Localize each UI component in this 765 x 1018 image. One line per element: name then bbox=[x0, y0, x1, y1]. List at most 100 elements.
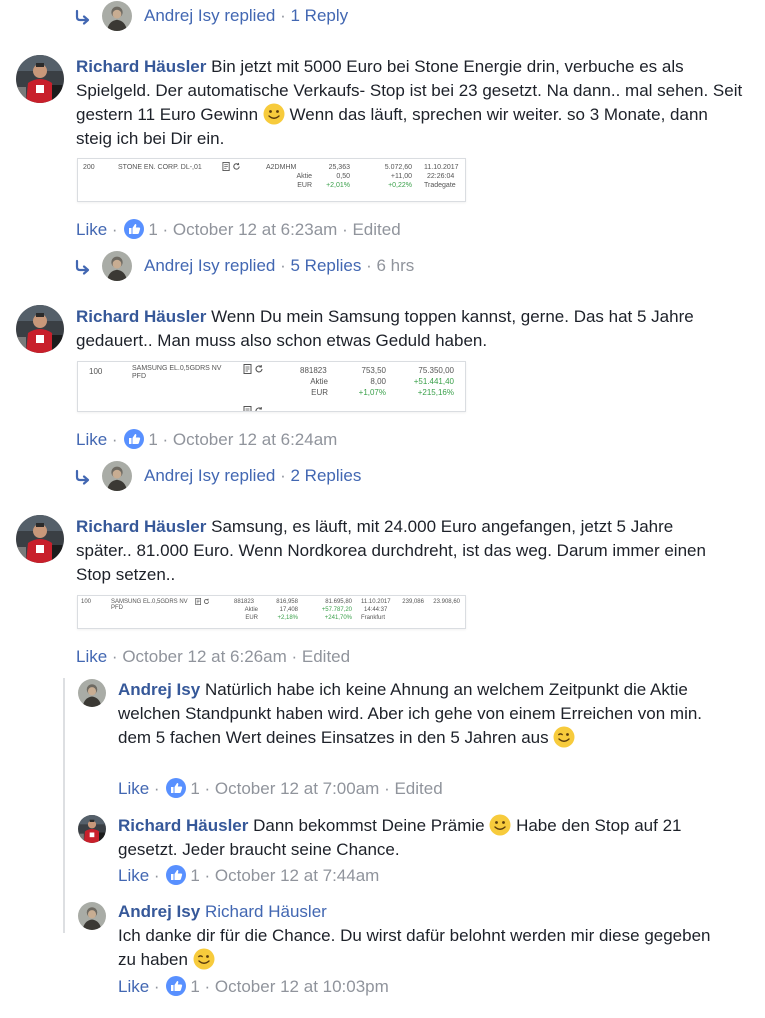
portfolio-screenshot[interactable]: 200 STONE EN. CORP. DL-,01 A2DMHM 25,363… bbox=[77, 158, 466, 202]
comment-author[interactable]: Richard Häusler bbox=[76, 57, 206, 76]
comment-body: Richard Häusler Wenn Du mein Samsung top… bbox=[76, 305, 716, 353]
portfolio-label-eur: EUR bbox=[245, 615, 258, 621]
portfolio-value: 75.350,00 bbox=[418, 366, 454, 375]
like-reaction-icon[interactable] bbox=[166, 865, 186, 885]
edited-label[interactable]: Edited bbox=[302, 647, 350, 666]
avatar[interactable] bbox=[102, 1, 132, 31]
portfolio-chg: 0,50 bbox=[336, 173, 350, 180]
avatar[interactable] bbox=[78, 679, 106, 707]
like-reaction-icon[interactable] bbox=[124, 219, 144, 239]
reply-author[interactable]: Andrej Isy bbox=[118, 902, 200, 921]
like-count[interactable]: 1 bbox=[148, 220, 157, 239]
comment-author[interactable]: Richard Häusler bbox=[76, 307, 206, 326]
reply-count[interactable]: 2 Replies bbox=[291, 466, 362, 485]
portfolio-qty: 100 bbox=[81, 599, 92, 605]
refresh-icon bbox=[254, 364, 264, 374]
comment-body: Richard Häusler Samsung, es läuft, mit 2… bbox=[76, 515, 726, 587]
portfolio-chg-pct-total: +0,22% bbox=[388, 182, 412, 189]
reply-time: 6 hrs bbox=[376, 256, 415, 275]
reply-author[interactable]: Andrej Isy bbox=[144, 466, 220, 485]
portfolio-exchange: Tradegate bbox=[424, 182, 456, 189]
portfolio-chg-abs: +51.441,40 bbox=[413, 377, 454, 386]
reply-author[interactable]: Richard Häusler bbox=[118, 816, 248, 835]
like-button[interactable]: Like bbox=[76, 430, 107, 449]
reply-arrow-icon bbox=[72, 257, 92, 277]
reply-action[interactable]: replied bbox=[224, 256, 275, 275]
comment-actions: Like · 1 · October 12 at 6:23am · Edited bbox=[76, 219, 401, 239]
reply-body: Andrej Isy Natürlich habe ich keine Ahnu… bbox=[118, 678, 718, 750]
comment-timestamp[interactable]: October 12 at 6:24am bbox=[173, 430, 337, 449]
portfolio-date: 11.10.2017 bbox=[424, 164, 459, 171]
like-count[interactable]: 1 bbox=[190, 779, 199, 798]
comment-author[interactable]: Richard Häusler bbox=[76, 517, 206, 536]
refresh-icon bbox=[254, 406, 264, 412]
reply-timestamp[interactable]: October 12 at 10:03pm bbox=[215, 977, 389, 996]
portfolio-screenshot[interactable]: 100 SAMSUNG EL.0,5GDRS NV PFD 881823 816… bbox=[77, 595, 466, 629]
document-icon bbox=[243, 364, 253, 374]
reply-actions: Like · 1 · October 12 at 10:03pm bbox=[118, 976, 389, 996]
portfolio-value: 81.695,80 bbox=[325, 599, 352, 605]
like-button[interactable]: Like bbox=[118, 866, 149, 885]
reply-arrow-icon bbox=[72, 467, 92, 487]
comment-body: Richard Häusler Bin jetzt mit 5000 Euro … bbox=[76, 55, 746, 151]
like-count[interactable]: 1 bbox=[148, 430, 157, 449]
reply-body: Andrej Isy Richard Häusler Ich danke dir… bbox=[118, 900, 718, 972]
portfolio-time: 14:44:37 bbox=[364, 607, 388, 613]
reply-count[interactable]: 5 Replies bbox=[291, 256, 362, 275]
portfolio-qty: 200 bbox=[83, 164, 95, 171]
portfolio-extra-2: 23.908,60 bbox=[433, 599, 460, 605]
like-button[interactable]: Like bbox=[118, 977, 149, 996]
avatar[interactable] bbox=[102, 461, 132, 491]
avatar[interactable] bbox=[16, 515, 64, 563]
comment-timestamp[interactable]: October 12 at 6:23am bbox=[173, 220, 337, 239]
portfolio-chg-pct-total: +215,16% bbox=[417, 388, 454, 397]
portfolio-chg-pct: +1,07% bbox=[358, 388, 386, 397]
portfolio-stock-suffix: PFD bbox=[132, 373, 146, 380]
like-button[interactable]: Like bbox=[76, 647, 107, 666]
portfolio-chg: 8,00 bbox=[370, 377, 386, 386]
comment-timestamp[interactable]: October 12 at 6:26am bbox=[122, 647, 286, 666]
avatar[interactable] bbox=[16, 55, 64, 103]
portfolio-extra-1: 239,086 bbox=[402, 599, 424, 605]
portfolio-chg: 17,408 bbox=[279, 607, 298, 613]
portfolio-price: 25,363 bbox=[328, 164, 350, 171]
reply-text: Dann bekommst Deine Prämie bbox=[253, 816, 485, 835]
like-count[interactable]: 1 bbox=[190, 977, 199, 996]
portfolio-screenshot[interactable]: 100 SAMSUNG EL.0,5GDRS NV PFD 881823 753… bbox=[77, 361, 466, 412]
portfolio-date: 11.10.2017 bbox=[361, 599, 391, 605]
reply-action[interactable]: replied bbox=[224, 466, 275, 485]
portfolio-wkn: A2DMHM bbox=[266, 164, 297, 171]
reply-timestamp[interactable]: October 12 at 7:44am bbox=[215, 866, 379, 885]
like-button[interactable]: Like bbox=[118, 779, 149, 798]
reply-author[interactable]: Andrej Isy bbox=[118, 680, 200, 699]
like-button[interactable]: Like bbox=[76, 220, 107, 239]
portfolio-label-aktie: Aktie bbox=[244, 607, 258, 613]
refresh-icon bbox=[203, 598, 210, 605]
thread-line bbox=[63, 678, 65, 933]
portfolio-stock-suffix: PFD bbox=[111, 605, 123, 611]
edited-label[interactable]: Edited bbox=[352, 220, 400, 239]
reply-author[interactable]: Andrej Isy bbox=[144, 6, 220, 25]
avatar[interactable] bbox=[78, 815, 106, 843]
like-reaction-icon[interactable] bbox=[166, 778, 186, 798]
reply-action[interactable]: replied bbox=[224, 6, 275, 25]
like-reaction-icon[interactable] bbox=[124, 429, 144, 449]
avatar[interactable] bbox=[102, 251, 132, 281]
avatar[interactable] bbox=[78, 902, 106, 930]
reply-author[interactable]: Andrej Isy bbox=[144, 256, 220, 275]
smile-emoji-icon bbox=[489, 814, 511, 836]
reply-timestamp[interactable]: October 12 at 7:00am bbox=[215, 779, 379, 798]
like-count[interactable]: 1 bbox=[190, 866, 199, 885]
avatar[interactable] bbox=[16, 305, 64, 353]
edited-label[interactable]: Edited bbox=[394, 779, 442, 798]
reply-actions: Like · 1 · October 12 at 7:44am bbox=[118, 865, 380, 885]
portfolio-time: 22:26:04 bbox=[427, 173, 455, 180]
portfolio-wkn: 881823 bbox=[300, 366, 327, 375]
reply-count[interactable]: 1 Reply bbox=[291, 6, 349, 25]
portfolio-chg-pct-total: +241,70% bbox=[324, 615, 352, 621]
smile-emoji-icon bbox=[263, 103, 285, 125]
document-icon bbox=[222, 162, 231, 171]
mention[interactable]: Richard Häusler bbox=[205, 902, 327, 921]
like-reaction-icon[interactable] bbox=[166, 976, 186, 996]
portfolio-label-aktie: Aktie bbox=[310, 377, 328, 386]
